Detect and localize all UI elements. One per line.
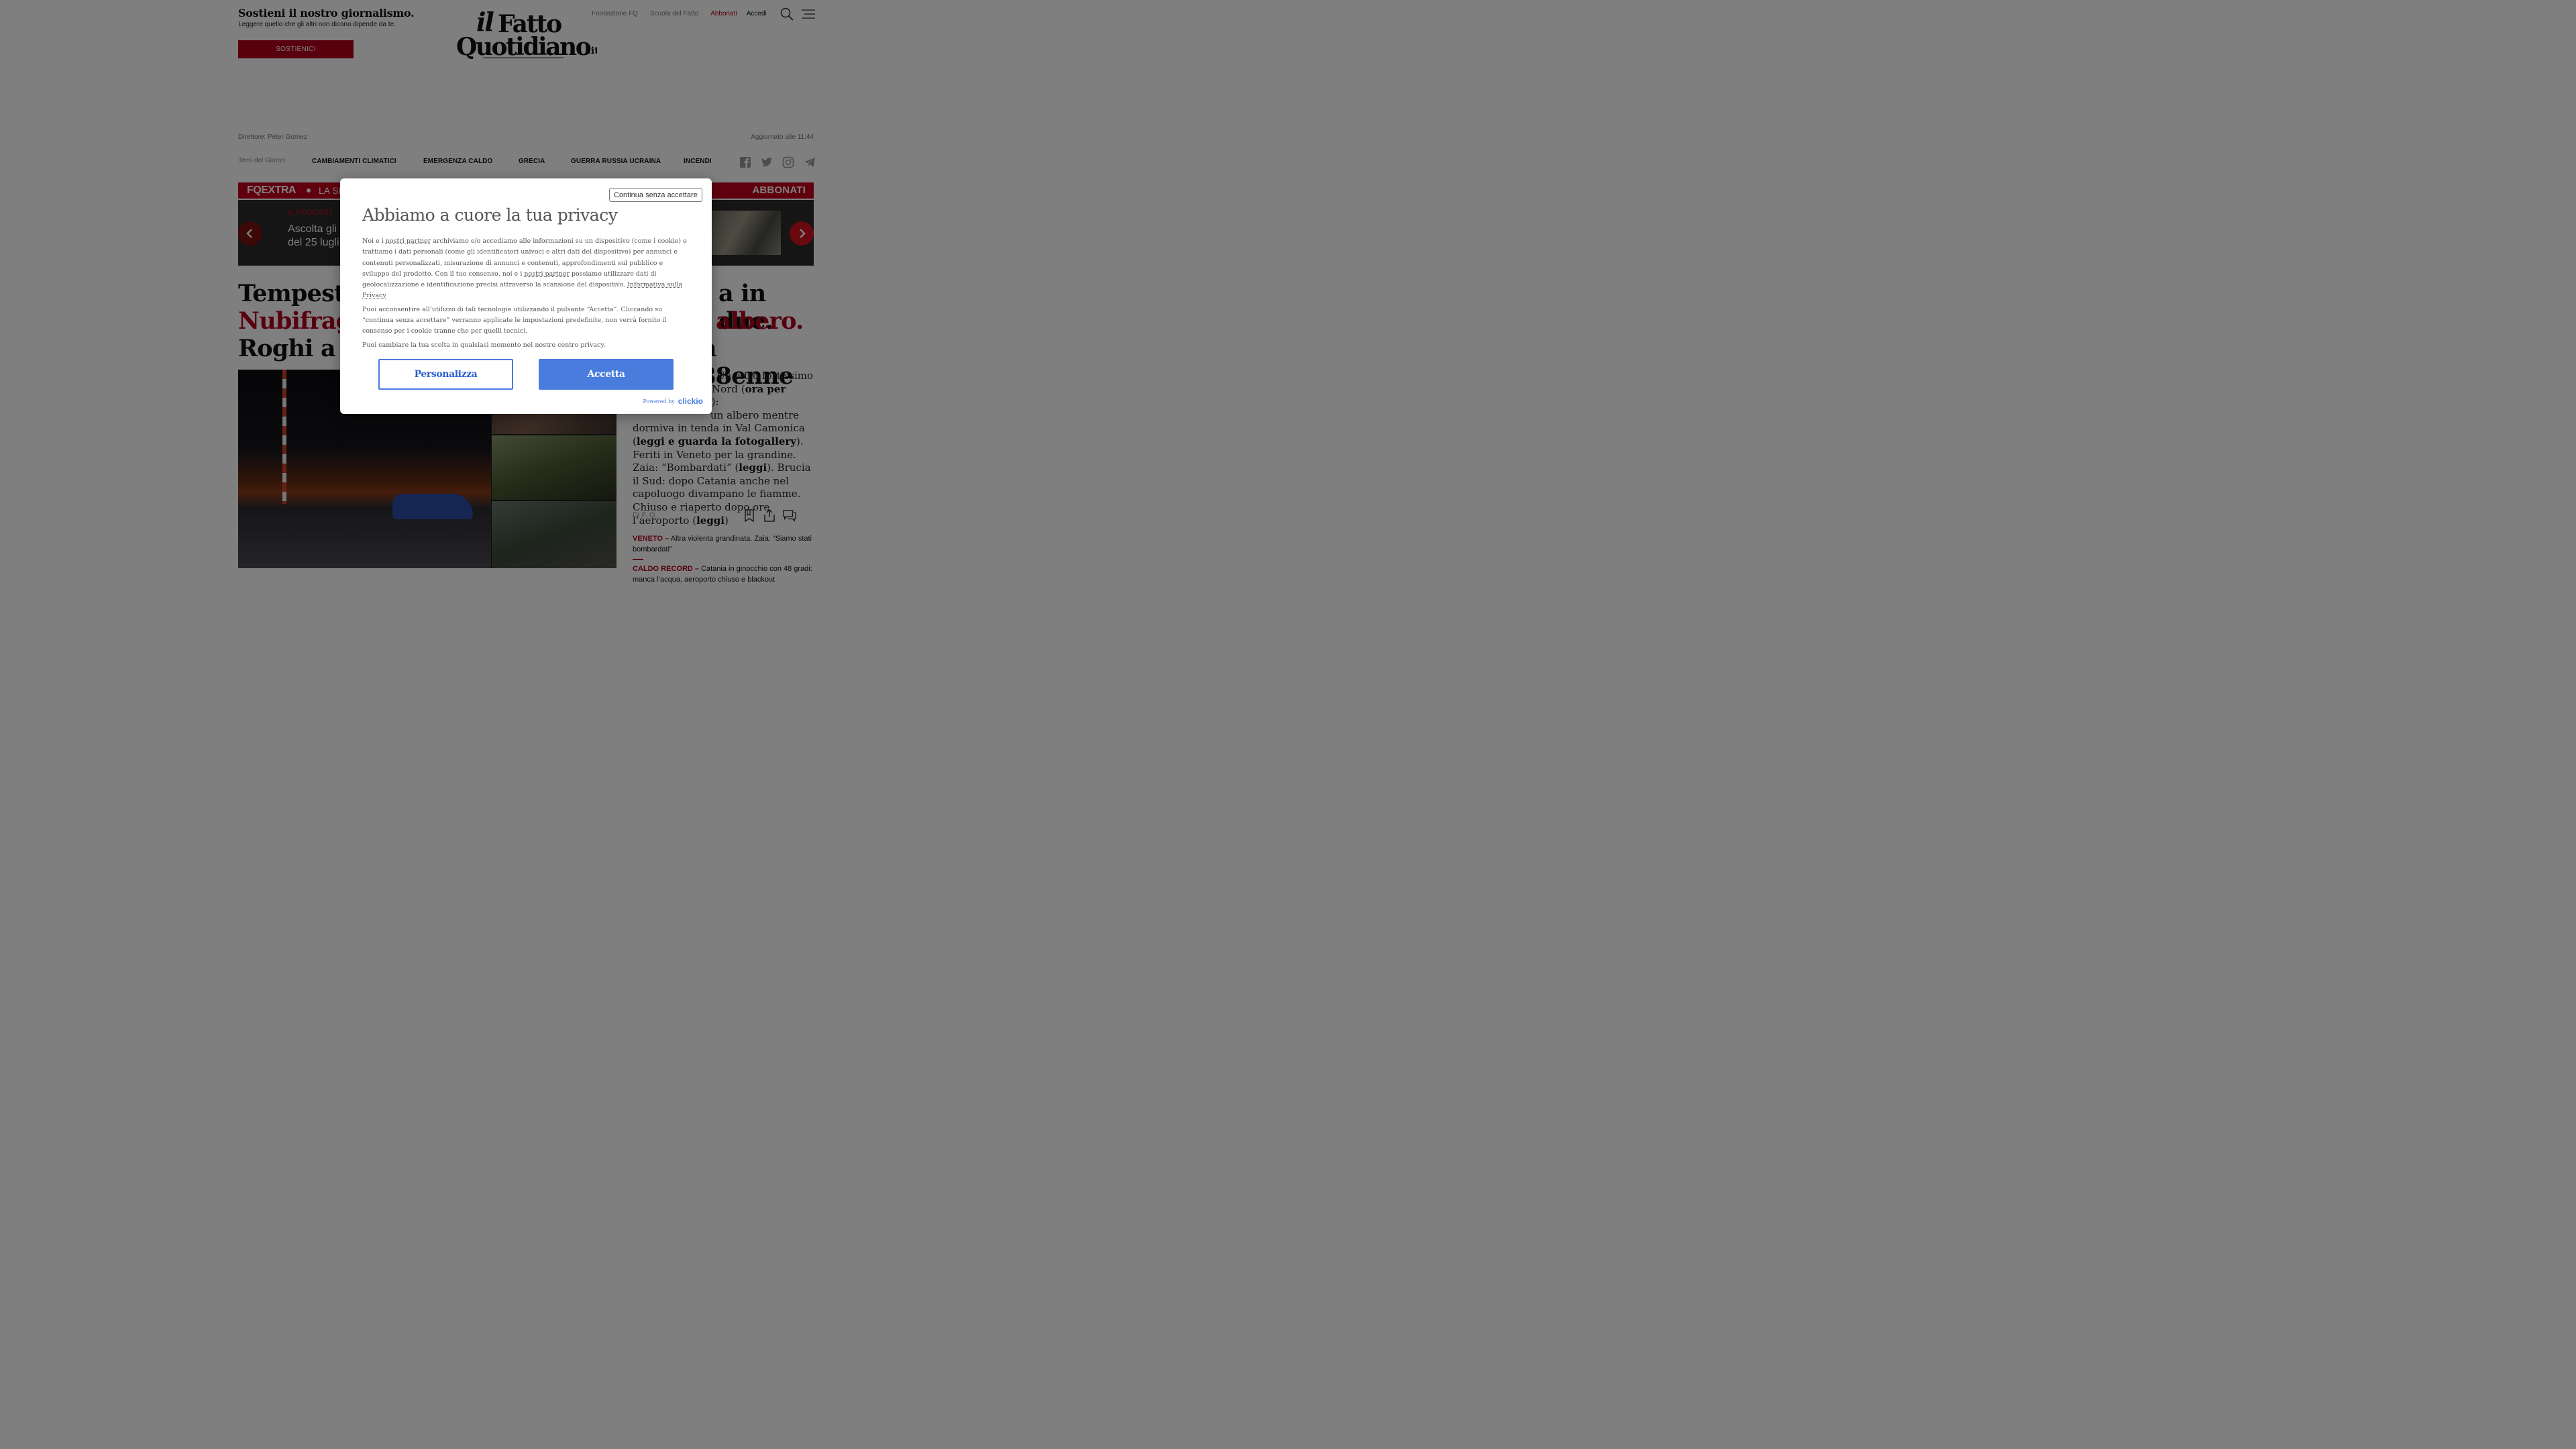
accept-button[interactable]: Accetta bbox=[539, 359, 674, 390]
clickio-logo: clickio bbox=[678, 396, 703, 406]
p1-text-a: Noi e i bbox=[362, 237, 386, 245]
partners-link[interactable]: nostri partner bbox=[386, 237, 431, 245]
dialog-paragraph-2: Puoi acconsentire all’utilizzo di tali t… bbox=[362, 305, 667, 335]
powered-by-label: Powered by bbox=[643, 398, 675, 405]
partners-link-2[interactable]: nostri partner bbox=[524, 270, 570, 278]
dialog-paragraph-1: Noi e i nostri partner archiviamo e/o ac… bbox=[362, 236, 691, 302]
privacy-consent-dialog: Continua senza accettare Abbiamo a cuore… bbox=[340, 178, 712, 414]
dialog-body: Noi e i nostri partner archiviamo e/o ac… bbox=[362, 236, 691, 354]
customize-button[interactable]: Personalizza bbox=[378, 359, 513, 390]
dialog-paragraph-3: Puoi cambiare la tua scelta in qualsiasi… bbox=[362, 341, 606, 349]
powered-by[interactable]: Powered by clickio bbox=[643, 396, 703, 406]
continue-without-accepting-button[interactable]: Continua senza accettare bbox=[609, 188, 702, 202]
dialog-title: Abbiamo a cuore la tua privacy bbox=[362, 205, 618, 225]
